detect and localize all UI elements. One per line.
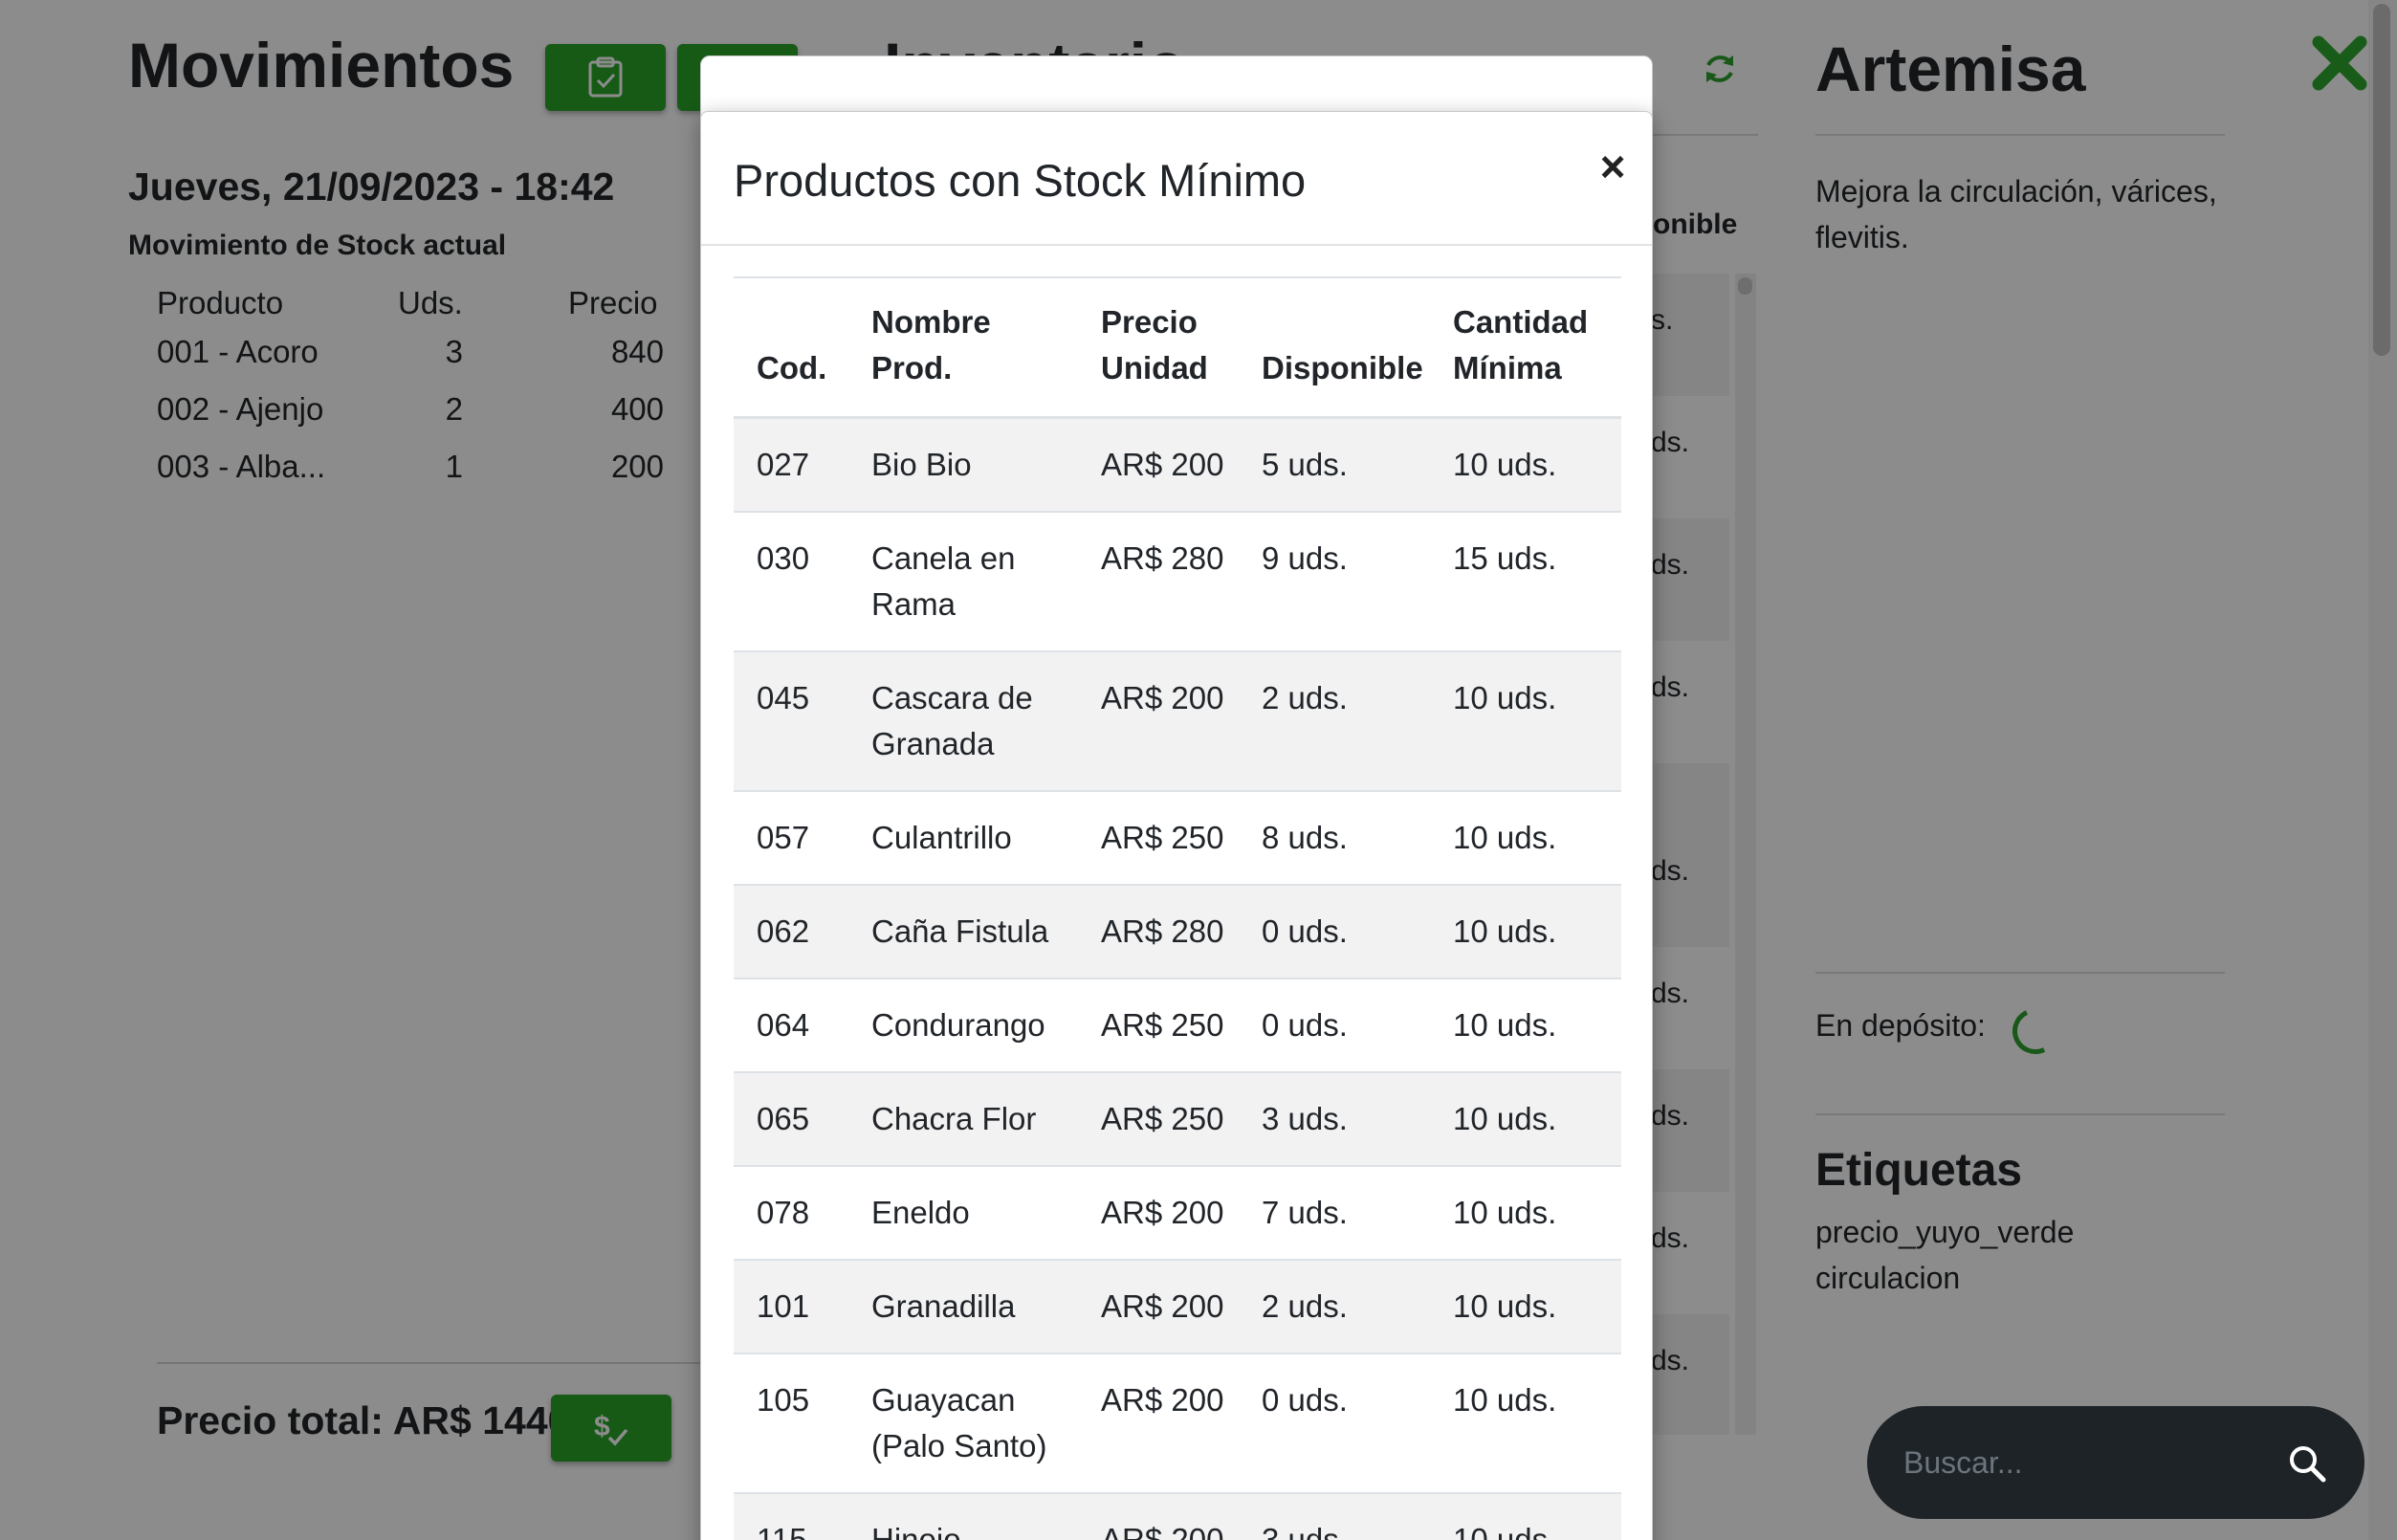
modal-close-button[interactable]: × <box>1589 142 1637 191</box>
table-row[interactable]: 062 Caña Fistula AR$ 280 0 uds. 10 uds. <box>734 884 1621 979</box>
cod-cell: 045 <box>734 650 848 792</box>
disponible-cell: 3 uds. <box>1239 1071 1430 1167</box>
disponible-cell: 2 uds. <box>1239 1259 1430 1354</box>
disponible-cell: 7 uds. <box>1239 1165 1430 1261</box>
column-header-cod: Cod. <box>734 277 848 419</box>
nombre-cell: Condurango <box>848 978 1078 1073</box>
minima-cell: 10 uds. <box>1430 650 1621 792</box>
nombre-cell: Hinojo <box>848 1492 1078 1540</box>
nombre-cell: Guayacan (Palo Santo) <box>848 1353 1078 1494</box>
nombre-cell: Culantrillo <box>848 790 1078 886</box>
minima-cell: 10 uds. <box>1430 1165 1621 1261</box>
minima-cell: 15 uds. <box>1430 511 1621 652</box>
disponible-cell: 3 uds. <box>1239 1492 1430 1540</box>
table-row[interactable]: 101 Granadilla AR$ 200 2 uds. 10 uds. <box>734 1259 1621 1354</box>
divider <box>701 244 1652 246</box>
cod-cell: 101 <box>734 1259 848 1354</box>
cod-cell: 064 <box>734 978 848 1073</box>
minima-cell: 10 uds. <box>1430 1259 1621 1354</box>
cod-cell: 065 <box>734 1071 848 1167</box>
stock-minimum-modal: Productos con Stock Mínimo × Cod. Nombre… <box>700 111 1653 1540</box>
disponible-cell: 5 uds. <box>1239 417 1430 513</box>
precio-cell: AR$ 200 <box>1078 1165 1239 1261</box>
search-input[interactable] <box>1903 1435 2267 1490</box>
column-header-precio: Precio Unidad <box>1078 277 1239 419</box>
cod-cell: 062 <box>734 884 848 979</box>
minima-cell: 10 uds. <box>1430 417 1621 513</box>
minima-cell: 10 uds. <box>1430 1492 1621 1540</box>
column-header-minima: Cantidad Mínima <box>1430 277 1621 419</box>
cod-cell: 105 <box>734 1353 848 1494</box>
precio-cell: AR$ 200 <box>1078 1259 1239 1354</box>
nombre-cell: Canela en Rama <box>848 511 1078 652</box>
nombre-cell: Granadilla <box>848 1259 1078 1354</box>
precio-cell: AR$ 200 <box>1078 1353 1239 1494</box>
precio-cell: AR$ 200 <box>1078 650 1239 792</box>
modal-title: Productos con Stock Mínimo <box>734 155 1307 206</box>
table-row[interactable]: 045 Cascara de Granada AR$ 200 2 uds. 10… <box>734 650 1621 792</box>
column-header-disponible: Disponible <box>1239 277 1430 419</box>
precio-cell: AR$ 250 <box>1078 978 1239 1073</box>
minima-cell: 10 uds. <box>1430 1353 1621 1494</box>
cod-cell: 057 <box>734 790 848 886</box>
disponible-cell: 0 uds. <box>1239 884 1430 979</box>
disponible-cell: 2 uds. <box>1239 650 1430 792</box>
table-row[interactable]: 064 Condurango AR$ 250 0 uds. 10 uds. <box>734 978 1621 1073</box>
cod-cell: 115 <box>734 1492 848 1540</box>
table-row[interactable]: 078 Eneldo AR$ 200 7 uds. 10 uds. <box>734 1165 1621 1261</box>
table-row[interactable]: 027 Bio Bio AR$ 200 5 uds. 10 uds. <box>734 417 1621 513</box>
nombre-cell: Eneldo <box>848 1165 1078 1261</box>
nombre-cell: Chacra Flor <box>848 1071 1078 1167</box>
minima-cell: 10 uds. <box>1430 884 1621 979</box>
precio-cell: AR$ 280 <box>1078 884 1239 979</box>
precio-cell: AR$ 280 <box>1078 511 1239 652</box>
cod-cell: 078 <box>734 1165 848 1261</box>
precio-cell: AR$ 250 <box>1078 790 1239 886</box>
search-icon[interactable] <box>2286 1442 2328 1485</box>
cod-cell: 027 <box>734 417 848 513</box>
disponible-cell: 9 uds. <box>1239 511 1430 652</box>
disponible-cell: 0 uds. <box>1239 978 1430 1073</box>
table-row[interactable]: 115 Hinojo AR$ 200 3 uds. 10 uds. <box>734 1492 1621 1540</box>
precio-cell: AR$ 250 <box>1078 1071 1239 1167</box>
cod-cell: 030 <box>734 511 848 652</box>
table-row[interactable]: 065 Chacra Flor AR$ 250 3 uds. 10 uds. <box>734 1071 1621 1167</box>
nombre-cell: Cascara de Granada <box>848 650 1078 792</box>
search-bar <box>1867 1406 2364 1519</box>
table-row[interactable]: 030 Canela en Rama AR$ 280 9 uds. 15 uds… <box>734 511 1621 652</box>
precio-cell: AR$ 200 <box>1078 1492 1239 1540</box>
nombre-cell: Caña Fistula <box>848 884 1078 979</box>
stock-table: Cod. Nombre Prod. Precio Unidad Disponib… <box>734 276 1621 1540</box>
modal-body: Cod. Nombre Prod. Precio Unidad Disponib… <box>734 276 1621 1540</box>
minima-cell: 10 uds. <box>1430 1071 1621 1167</box>
minima-cell: 10 uds. <box>1430 978 1621 1073</box>
table-row[interactable]: 057 Culantrillo AR$ 250 8 uds. 10 uds. <box>734 790 1621 886</box>
minima-cell: 10 uds. <box>1430 790 1621 886</box>
disponible-cell: 0 uds. <box>1239 1353 1430 1494</box>
disponible-cell: 8 uds. <box>1239 790 1430 886</box>
column-header-nombre: Nombre Prod. <box>848 277 1078 419</box>
table-row[interactable]: 105 Guayacan (Palo Santo) AR$ 200 0 uds.… <box>734 1353 1621 1494</box>
precio-cell: AR$ 200 <box>1078 417 1239 513</box>
nombre-cell: Bio Bio <box>848 417 1078 513</box>
table-header-row: Cod. Nombre Prod. Precio Unidad Disponib… <box>734 277 1621 419</box>
